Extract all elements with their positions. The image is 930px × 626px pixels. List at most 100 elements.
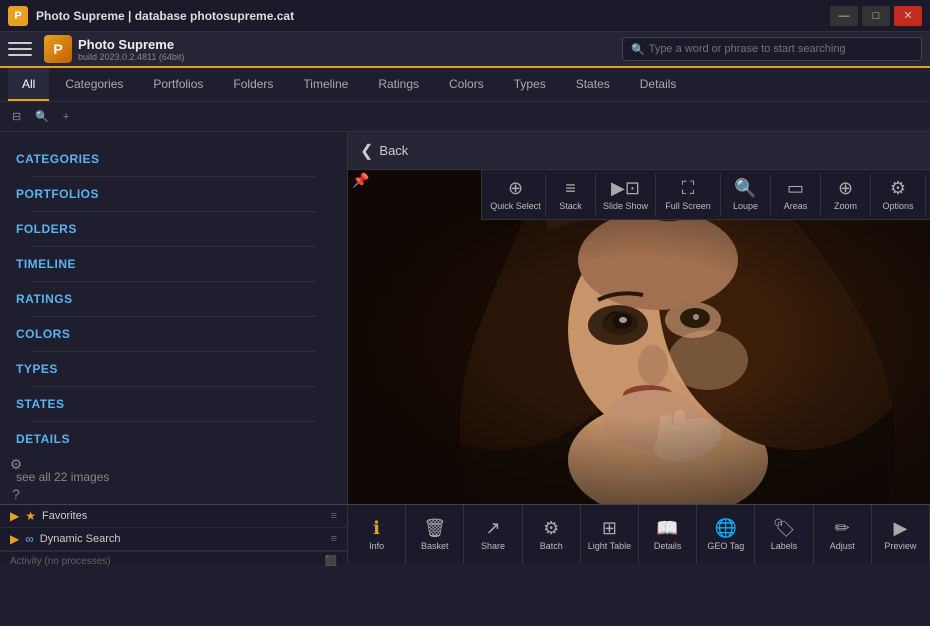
divider bbox=[32, 176, 315, 177]
tab-ratings[interactable]: Ratings bbox=[364, 68, 433, 101]
add-filter[interactable]: + bbox=[59, 109, 73, 125]
activity-icon: ⬛ bbox=[325, 556, 337, 567]
divider bbox=[32, 246, 315, 247]
options-icon: ⚙ bbox=[890, 178, 906, 199]
sidebar-item-timeline[interactable]: TIMELINE bbox=[16, 251, 331, 277]
share-icon: ↗ bbox=[485, 518, 500, 539]
filter-bar: ⊟ 🔍 + bbox=[0, 102, 930, 132]
sidebar: CATEGORIES PORTFOLIOS FOLDERS TIMELINE R… bbox=[0, 132, 348, 504]
stack-button[interactable]: ≡ Stack bbox=[546, 174, 596, 215]
back-bar: ❮ Back bbox=[348, 132, 930, 170]
fullscreen-button[interactable]: ⛶ Full Screen bbox=[656, 174, 721, 215]
tab-details[interactable]: Details bbox=[626, 68, 691, 101]
light-table-button[interactable]: ⊞ Light Table bbox=[581, 505, 639, 564]
dynamic-search-expand-icon: ▶ bbox=[10, 532, 19, 546]
info-icon: ℹ bbox=[373, 518, 380, 539]
search-input[interactable] bbox=[649, 43, 913, 55]
top-nav: P Photo Supreme build 2023.0.2.4811 (64b… bbox=[0, 32, 930, 68]
tab-folders[interactable]: Folders bbox=[219, 68, 287, 101]
zoom-button[interactable]: ⊕ Zoom bbox=[821, 174, 871, 215]
settings-icon[interactable]: ⚙ bbox=[4, 452, 28, 476]
labels-button[interactable]: 🏷 Labels bbox=[755, 505, 813, 564]
details-button[interactable]: 📖 Details bbox=[639, 505, 697, 564]
bottom-items-list: ▶ ★ Favorites ≡ ▶ ∞ Dynamic Search ≡ bbox=[0, 505, 347, 551]
quick-select-icon: ⊕ bbox=[508, 178, 523, 199]
star-icon: ★ bbox=[25, 509, 36, 523]
minimize-button[interactable]: — bbox=[830, 6, 858, 26]
quick-select-button[interactable]: ⊕ Quick Select bbox=[486, 174, 546, 215]
divider bbox=[32, 211, 315, 212]
back-button[interactable]: ❮ Back bbox=[360, 141, 408, 161]
sidebar-item-categories[interactable]: CATEGORIES bbox=[16, 146, 331, 172]
search-bar[interactable]: 🔍 bbox=[622, 37, 922, 61]
info-button[interactable]: ℹ Info bbox=[348, 505, 406, 564]
app-icon: P bbox=[8, 6, 28, 26]
sidebar-item-colors[interactable]: COLORS bbox=[16, 321, 331, 347]
preview-icon: ▶ bbox=[894, 518, 908, 539]
hamburger-menu[interactable] bbox=[8, 37, 32, 61]
see-all-images[interactable]: see all 22 images bbox=[0, 458, 347, 496]
tab-portfolios[interactable]: Portfolios bbox=[139, 68, 217, 101]
sidebar-item-folders[interactable]: FOLDERS bbox=[16, 216, 331, 242]
adjust-button[interactable]: ✏ Adjust bbox=[814, 505, 872, 564]
divider bbox=[32, 421, 315, 422]
divider bbox=[32, 281, 315, 282]
side-icons: ⚙ ? bbox=[4, 452, 28, 506]
tab-bar: All Categories Portfolios Folders Timeli… bbox=[0, 68, 930, 102]
sidebar-item-ratings[interactable]: RATINGS bbox=[16, 286, 331, 312]
batch-button[interactable]: ⚙ Batch bbox=[523, 505, 581, 564]
activity-bar: Activity (no processes) ⬛ bbox=[0, 551, 347, 571]
pin-icon[interactable]: 📌 bbox=[352, 172, 369, 189]
preview-button[interactable]: ▶ Preview bbox=[872, 505, 930, 564]
options-button[interactable]: ⚙ Options bbox=[871, 174, 926, 215]
light-table-icon: ⊞ bbox=[602, 518, 617, 539]
dynamic-search-menu-icon[interactable]: ≡ bbox=[331, 533, 337, 545]
favorites-item[interactable]: ▶ ★ Favorites ≡ bbox=[0, 505, 347, 528]
fullscreen-icon: ⛶ bbox=[682, 178, 695, 199]
sidebar-item-details[interactable]: DETAILS bbox=[16, 426, 331, 452]
titlebar: P Photo Supreme | database photosupreme.… bbox=[0, 0, 930, 32]
favorites-menu-icon[interactable]: ≡ bbox=[331, 510, 337, 522]
slideshow-button[interactable]: ▶⊡ Slide Show bbox=[596, 174, 656, 215]
tab-categories[interactable]: Categories bbox=[51, 68, 137, 101]
tab-states[interactable]: States bbox=[562, 68, 624, 101]
filter-toggle[interactable]: ⊟ bbox=[8, 108, 25, 125]
tab-all[interactable]: All bbox=[8, 68, 49, 101]
areas-icon: ▭ bbox=[787, 178, 804, 199]
share-button[interactable]: ↗ Share bbox=[464, 505, 522, 564]
titlebar-controls: — □ ✕ bbox=[830, 6, 922, 26]
geo-tag-icon: 🌐 bbox=[715, 518, 737, 539]
loupe-button[interactable]: 🔍 Loupe bbox=[721, 174, 771, 215]
tab-types[interactable]: Types bbox=[500, 68, 560, 101]
divider bbox=[32, 351, 315, 352]
loupe-icon: 🔍 bbox=[734, 178, 756, 199]
sidebar-item-states[interactable]: STATES bbox=[16, 391, 331, 417]
top-toolbar: ⊕ Quick Select ≡ Stack ▶⊡ Slide Show ⛶ F… bbox=[481, 170, 930, 220]
tab-colors[interactable]: Colors bbox=[435, 68, 498, 101]
logo-icon: P bbox=[44, 35, 72, 63]
tab-timeline[interactable]: Timeline bbox=[289, 68, 362, 101]
portrait-svg bbox=[348, 170, 930, 504]
divider bbox=[32, 316, 315, 317]
activity-text: Activity (no processes) bbox=[10, 556, 111, 567]
search-filter[interactable]: 🔍 bbox=[31, 108, 53, 125]
areas-button[interactable]: ▭ Areas bbox=[771, 174, 821, 215]
help-icon[interactable]: ? bbox=[4, 482, 28, 506]
zoom-icon: ⊕ bbox=[838, 178, 853, 199]
basket-button[interactable]: 🗑 Basket bbox=[406, 505, 464, 564]
dynamic-search-item[interactable]: ▶ ∞ Dynamic Search ≡ bbox=[0, 528, 347, 551]
titlebar-text: Photo Supreme | database photosupreme.ca… bbox=[36, 9, 830, 23]
content-area: ❮ Back bbox=[348, 132, 930, 504]
app-build: build 2023.0.2.4811 (64bit) bbox=[78, 52, 184, 62]
sidebar-item-portfolios[interactable]: PORTFOLIOS bbox=[16, 181, 331, 207]
maximize-button[interactable]: □ bbox=[862, 6, 890, 26]
close-button[interactable]: ✕ bbox=[894, 6, 922, 26]
sidebar-nav: CATEGORIES PORTFOLIOS FOLDERS TIMELINE R… bbox=[0, 140, 347, 458]
photo-container bbox=[348, 170, 930, 504]
geo-tag-button[interactable]: 🌐 GEO Tag bbox=[697, 505, 755, 564]
divider bbox=[32, 386, 315, 387]
app-logo: P Photo Supreme build 2023.0.2.4811 (64b… bbox=[44, 35, 184, 63]
search-icon: 🔍 bbox=[631, 43, 645, 56]
sidebar-item-types[interactable]: TYPES bbox=[16, 356, 331, 382]
basket-icon: 🗑 bbox=[423, 518, 446, 539]
